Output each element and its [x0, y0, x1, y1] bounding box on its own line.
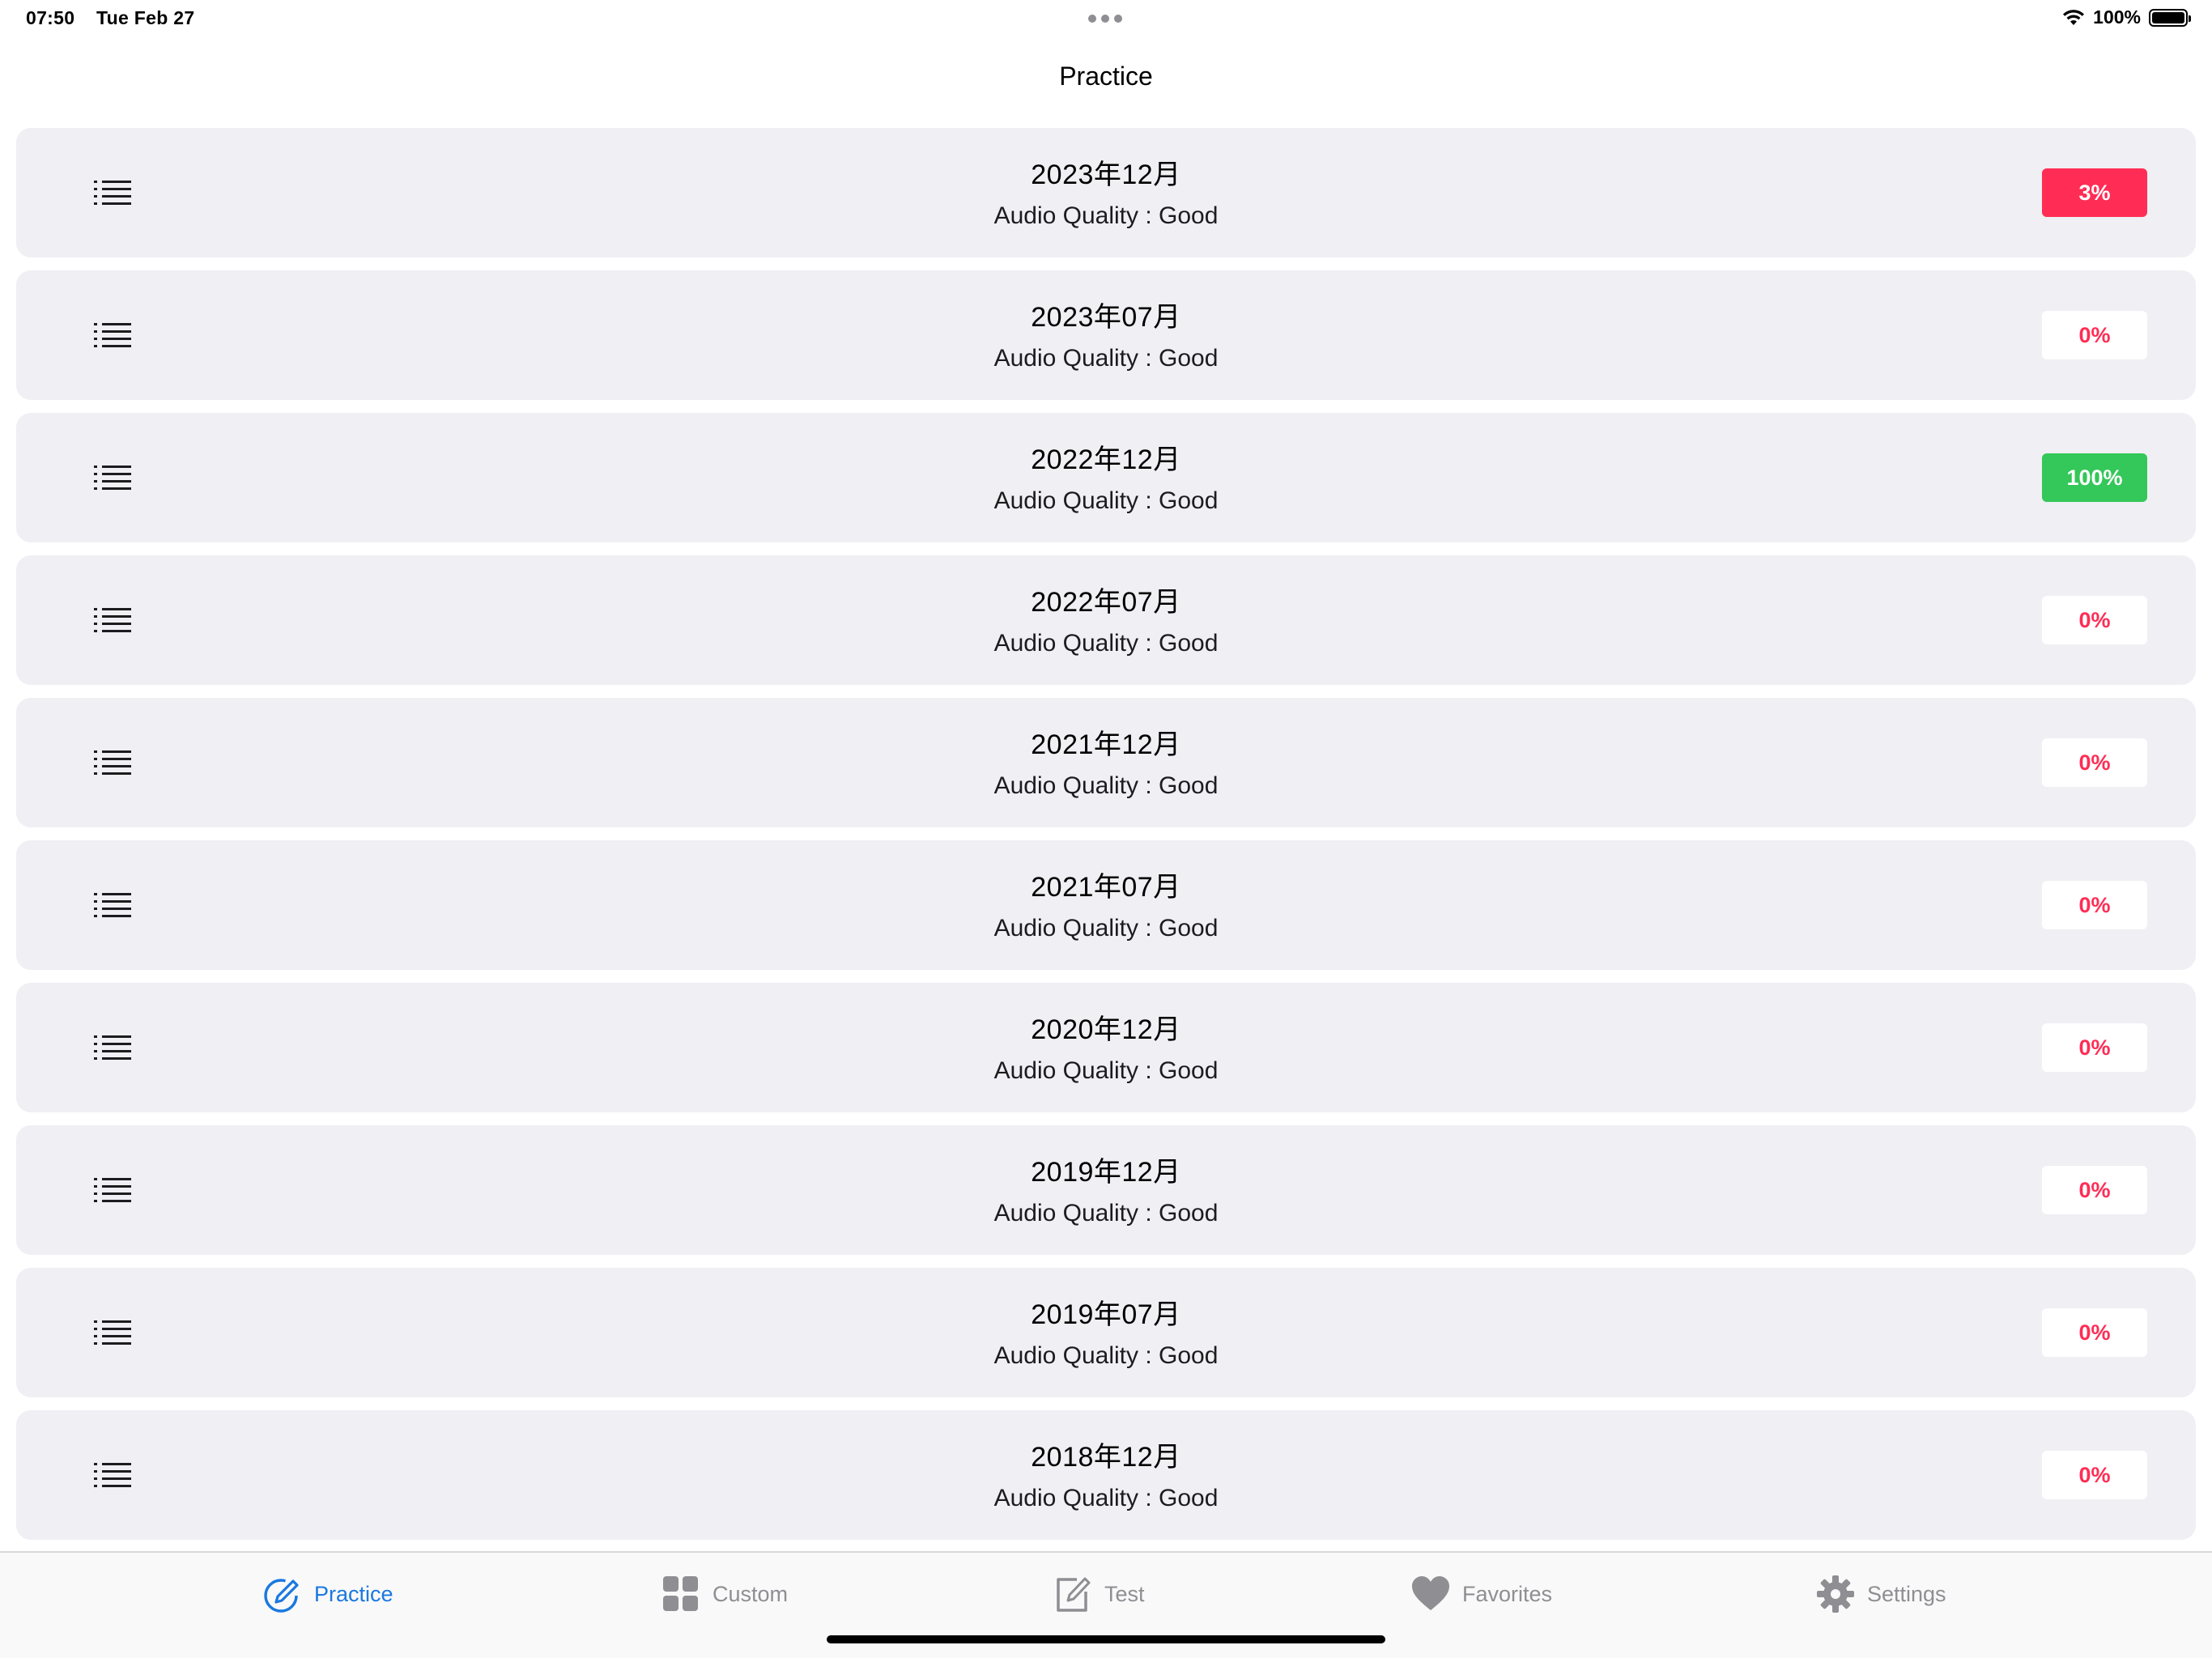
- row-subtitle: Audio Quality : Good: [993, 202, 1219, 229]
- status-bar: 07:50 Tue Feb 27 100%: [0, 0, 2212, 39]
- wifi-icon: [2063, 9, 2085, 25]
- status-time: 07:50: [26, 7, 75, 28]
- progress-badge: 0%: [2042, 1023, 2147, 1072]
- tab-test[interactable]: Test: [1053, 1574, 1145, 1614]
- row-title: 2023年12月: [1031, 159, 1181, 190]
- list-item[interactable]: 2022年12月 Audio Quality : Good 100%: [16, 413, 2196, 542]
- list-item[interactable]: 2023年07月 Audio Quality : Good 0%: [16, 270, 2196, 400]
- tab-label: Test: [1104, 1581, 1145, 1606]
- row-title: 2018年12月: [1031, 1442, 1181, 1473]
- row-title: 2019年07月: [1031, 1299, 1181, 1330]
- tab-settings[interactable]: Settings: [1815, 1574, 1946, 1614]
- row-subtitle: Audio Quality : Good: [993, 915, 1219, 942]
- tab-label: Practice: [314, 1581, 393, 1606]
- progress-badge: 3%: [2042, 168, 2147, 217]
- list-item[interactable]: 2019年07月 Audio Quality : Good 0%: [16, 1268, 2196, 1397]
- progress-badge: 0%: [2042, 1451, 2147, 1499]
- list-item[interactable]: 2021年07月 Audio Quality : Good 0%: [16, 840, 2196, 970]
- grid-icon: [663, 1576, 698, 1611]
- status-date: Tue Feb 27: [96, 7, 195, 28]
- tab-label: Custom: [713, 1581, 789, 1606]
- status-time-date: 07:50 Tue Feb 27: [26, 7, 211, 29]
- tab-custom[interactable]: Custom: [661, 1574, 788, 1614]
- row-title: 2020年12月: [1031, 1014, 1181, 1045]
- pencil-circle-icon: [264, 1579, 299, 1613]
- list-item[interactable]: 2018年12月 Audio Quality : Good 0%: [16, 1410, 2196, 1540]
- row-subtitle: Audio Quality : Good: [993, 1057, 1219, 1084]
- tab-label: Settings: [1867, 1581, 1946, 1606]
- row-subtitle: Audio Quality : Good: [993, 487, 1219, 514]
- list-item[interactable]: 2020年12月 Audio Quality : Good 0%: [16, 983, 2196, 1112]
- page-title: Practice: [1059, 62, 1153, 91]
- row-title: 2022年12月: [1031, 444, 1181, 475]
- multitasking-dots[interactable]: [1088, 15, 1122, 23]
- gear-icon: [1817, 1575, 1854, 1613]
- progress-badge: 0%: [2042, 738, 2147, 787]
- progress-badge: 100%: [2042, 453, 2147, 502]
- list-item[interactable]: 2023年12月 Audio Quality : Good 3%: [16, 128, 2196, 257]
- home-indicator[interactable]: [827, 1635, 1385, 1643]
- row-subtitle: Audio Quality : Good: [993, 1200, 1219, 1226]
- progress-badge: 0%: [2042, 881, 2147, 929]
- status-indicators: 100%: [2062, 6, 2191, 28]
- list-item[interactable]: 2022年07月 Audio Quality : Good 0%: [16, 555, 2196, 685]
- battery-icon: [2149, 8, 2191, 27]
- progress-badge: 0%: [2042, 1308, 2147, 1357]
- tab-practice[interactable]: Practice: [262, 1574, 393, 1614]
- row-title: 2021年12月: [1031, 729, 1181, 760]
- row-title: 2022年07月: [1031, 587, 1181, 618]
- battery-percent: 100%: [2093, 6, 2141, 28]
- row-subtitle: Audio Quality : Good: [993, 1485, 1219, 1511]
- row-title: 2019年12月: [1031, 1157, 1181, 1188]
- row-subtitle: Audio Quality : Good: [993, 1342, 1219, 1369]
- practice-screen: 07:50 Tue Feb 27 100% Practice 2023年12月: [0, 0, 2212, 1658]
- progress-badge: 0%: [2042, 311, 2147, 359]
- row-title: 2023年07月: [1031, 302, 1181, 333]
- list-item[interactable]: 2019年12月 Audio Quality : Good 0%: [16, 1125, 2196, 1255]
- row-subtitle: Audio Quality : Good: [993, 345, 1219, 372]
- row-title: 2021年07月: [1031, 872, 1181, 903]
- progress-badge: 0%: [2042, 596, 2147, 644]
- practice-list: 2023年12月 Audio Quality : Good 3% 2023年07…: [16, 128, 2196, 1553]
- tab-label: Favorites: [1462, 1581, 1553, 1606]
- progress-badge: 0%: [2042, 1166, 2147, 1214]
- tab-favorites[interactable]: Favorites: [1410, 1574, 1552, 1614]
- heart-icon: [1412, 1576, 1449, 1610]
- list-item[interactable]: 2021年12月 Audio Quality : Good 0%: [16, 698, 2196, 827]
- row-subtitle: Audio Quality : Good: [993, 772, 1219, 799]
- square-pencil-icon: [1057, 1577, 1091, 1612]
- row-subtitle: Audio Quality : Good: [993, 630, 1219, 657]
